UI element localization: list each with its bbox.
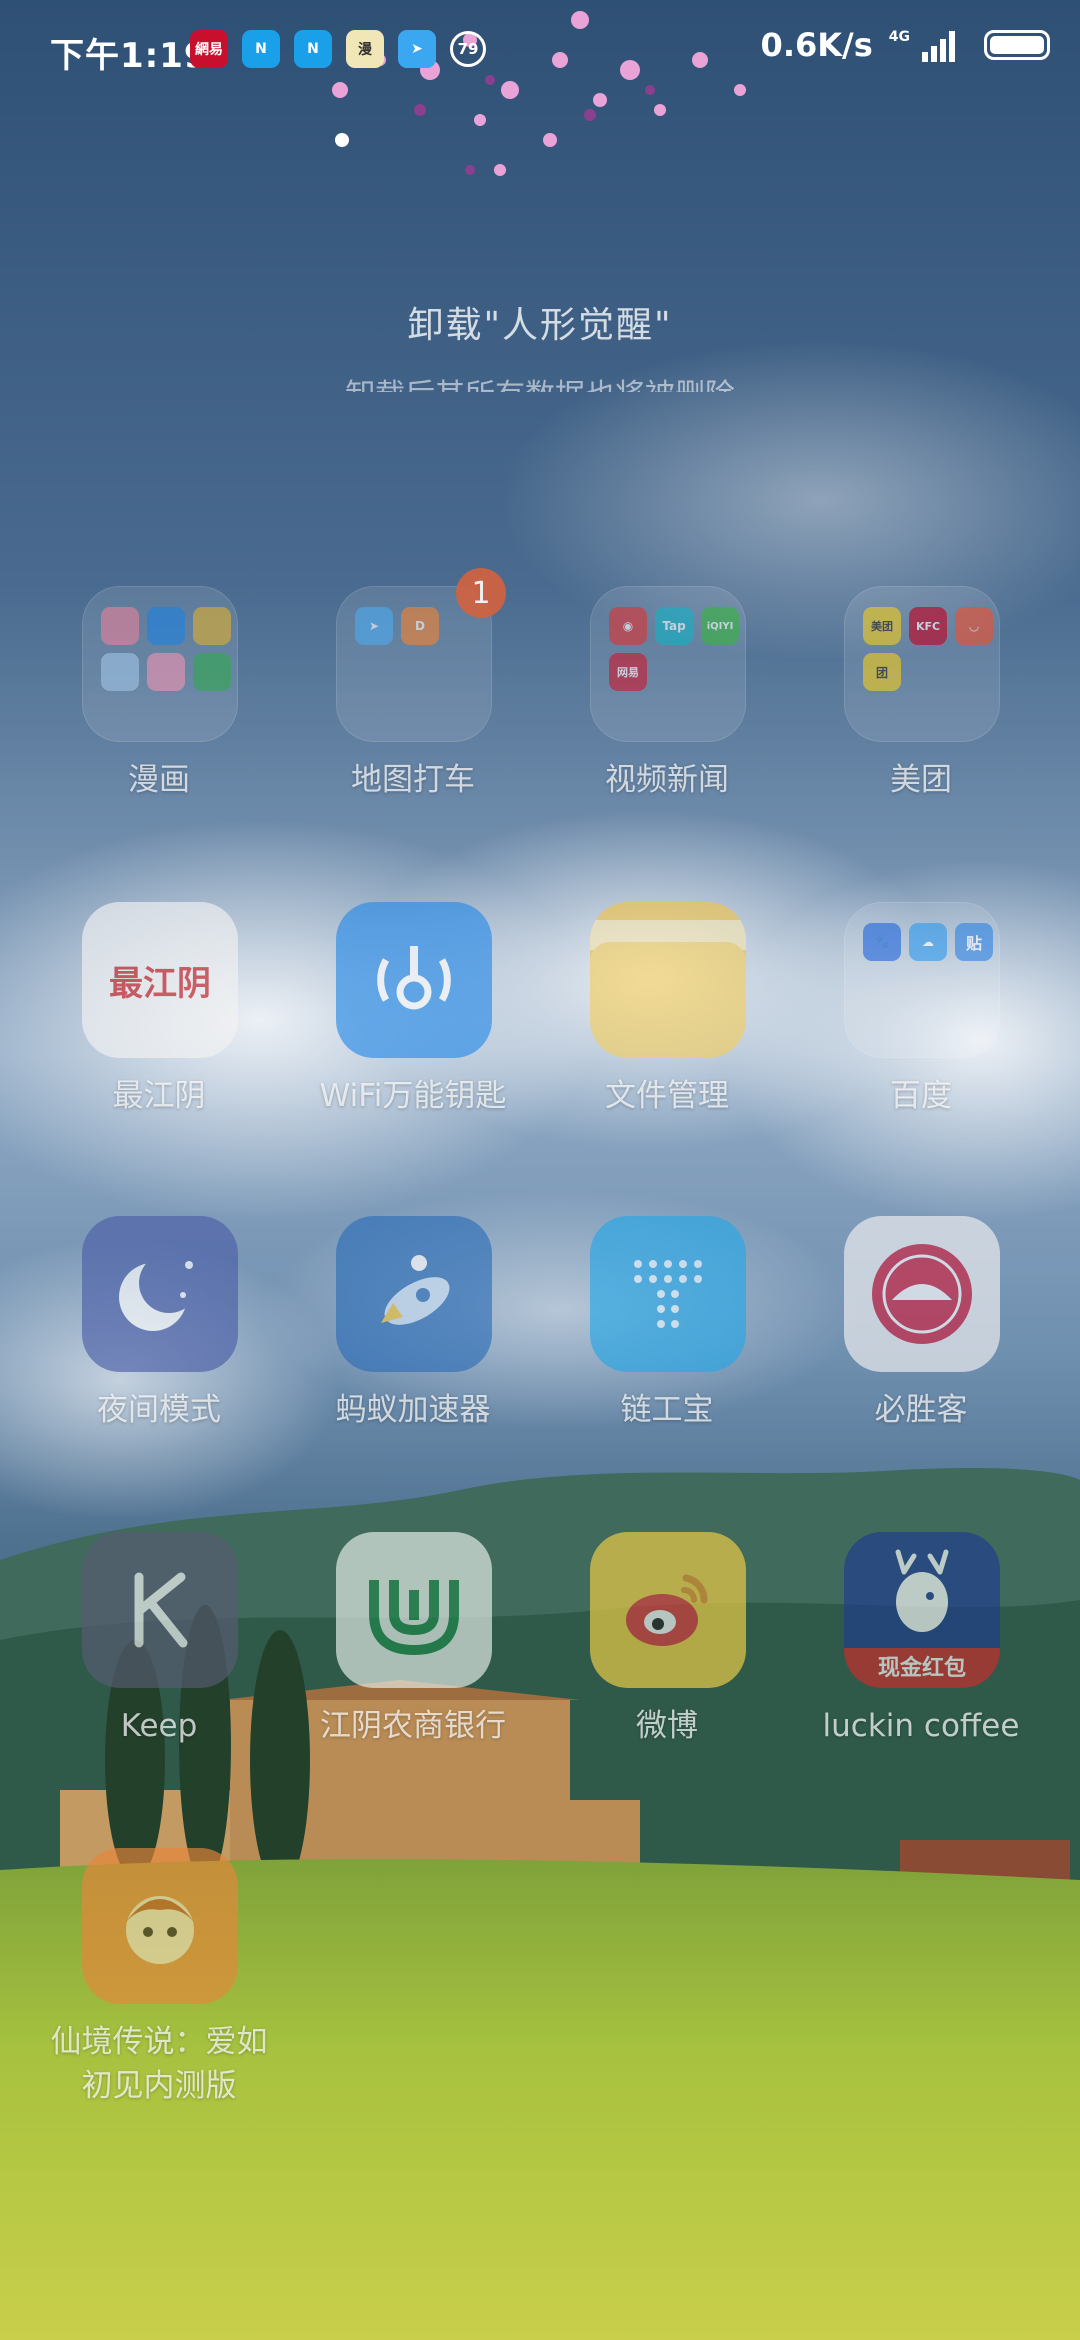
pizza-hut-icon bbox=[844, 1216, 1000, 1372]
food-app-icon: 团 bbox=[863, 653, 901, 691]
luckin-red-packet-text: 现金红包 bbox=[877, 1656, 966, 1681]
baidu-app-icon: 🐾 bbox=[863, 923, 901, 961]
count-badge-icon: 79 bbox=[450, 31, 486, 67]
app-jiangyin-bank[interactable]: 江阴农商银行 bbox=[286, 1532, 540, 1792]
app-label: Keep bbox=[120, 1708, 198, 1744]
pocket-app-icon: ◡ bbox=[955, 607, 993, 645]
send-app-icon: ➤ bbox=[355, 607, 393, 645]
app-label: 百度 bbox=[890, 1078, 952, 1114]
app-ragnarok[interactable]: 仙境传说：爱如初见内测版 bbox=[32, 1848, 286, 2108]
app-zuijiangyin[interactable]: 最江阴 最江阴 bbox=[32, 902, 286, 1162]
app-label: 美团 bbox=[890, 762, 952, 798]
folder-video-news[interactable]: ◉ Tap iQIYI 网易 视频新闻 bbox=[540, 586, 794, 846]
cloud-app-icon: ☁ bbox=[909, 923, 947, 961]
folder-icon: 🐾 ☁ 贴 bbox=[844, 902, 1000, 1058]
app-label: 江阴农商银行 bbox=[320, 1708, 506, 1744]
app-weibo[interactable]: 微博 bbox=[540, 1532, 794, 1792]
uninstall-subtitle: 卸载后其所有数据也将被删除 bbox=[0, 370, 1080, 392]
moon-icon bbox=[82, 1216, 238, 1372]
app-file-manager[interactable]: 文件管理 bbox=[540, 902, 794, 1162]
game-character-icon bbox=[82, 1848, 238, 2004]
bank-icon bbox=[336, 1532, 492, 1688]
app-label: 最江阴 bbox=[112, 1078, 206, 1114]
app-label: 漫画 bbox=[128, 762, 190, 798]
network-speed: 0.6K/s bbox=[760, 26, 873, 64]
comic-app-icon bbox=[101, 607, 139, 645]
kfc-app-icon: KFC bbox=[909, 607, 947, 645]
folder-comics[interactable]: 漫画 bbox=[32, 586, 286, 846]
send-app-icon: ➤ bbox=[398, 30, 436, 68]
app-label: 仙境传说：爱如初见内测版 bbox=[50, 2024, 268, 2104]
app-keep[interactable]: Keep bbox=[32, 1532, 286, 1792]
app-label: 链工宝 bbox=[620, 1392, 714, 1428]
app-label: 文件管理 bbox=[605, 1078, 729, 1114]
uninstall-hint: 卸载"人形觉醒" 卸载后其所有数据也将被删除 bbox=[0, 296, 1080, 392]
app-wifi-key[interactable]: WiFi万能钥匙 bbox=[286, 902, 540, 1162]
tieba-app-icon: 贴 bbox=[955, 923, 993, 961]
n-app-icon: N bbox=[294, 30, 332, 68]
meituan-app-icon: 美团 bbox=[863, 607, 901, 645]
netease-news-icon: 網易 bbox=[190, 30, 228, 68]
folder-icon bbox=[82, 586, 238, 742]
folder-file-icon bbox=[590, 902, 746, 1058]
folder-maps-taxi[interactable]: ➤ D 地图打车 bbox=[286, 586, 540, 846]
app-label: 地图打车 bbox=[351, 762, 475, 798]
dot-t-icon bbox=[590, 1216, 746, 1372]
status-bar: 下午1:19 網易 N N 漫 ➤ 79 0.6K/s 4G bbox=[0, 0, 1080, 96]
notification-icons: 網易 N N 漫 ➤ 79 bbox=[190, 30, 486, 68]
app-label: luckin coffee bbox=[822, 1708, 1020, 1744]
rabbit-app-icon bbox=[147, 653, 185, 691]
netease-app-icon: 网易 bbox=[609, 653, 647, 691]
n-app-icon: N bbox=[242, 30, 280, 68]
folder-baidu[interactable]: 🐾 ☁ 贴 百度 bbox=[794, 902, 1048, 1162]
iqiyi-app-icon: iQIYI bbox=[701, 607, 739, 645]
app-label: 必胜客 bbox=[874, 1392, 968, 1428]
app-lianggongbao[interactable]: 链工宝 bbox=[540, 1216, 794, 1476]
zuijiangyin-app-icon: 最江阴 bbox=[82, 902, 238, 1058]
network-type: 4G bbox=[888, 29, 910, 45]
rocket-icon bbox=[336, 1216, 492, 1372]
app-luckin-coffee[interactable]: 现金红包 luckin coffee bbox=[794, 1532, 1048, 1792]
uninstall-title: 卸载"人形觉醒" bbox=[407, 305, 673, 346]
app-night-mode[interactable]: 夜间模式 bbox=[32, 1216, 286, 1476]
folder-icon: ◉ Tap iQIYI 网易 bbox=[590, 586, 746, 742]
didi-app-icon: D bbox=[401, 607, 439, 645]
notification-badge: 1 bbox=[456, 568, 506, 618]
app-label: WiFi万能钥匙 bbox=[319, 1078, 507, 1114]
folder-icon: 美团 KFC ◡ 团 bbox=[844, 586, 1000, 742]
folder-meituan[interactable]: 美团 KFC ◡ 团 美团 bbox=[794, 586, 1048, 846]
deer-icon: 现金红包 bbox=[844, 1532, 1000, 1688]
tap-app-icon: Tap bbox=[655, 607, 693, 645]
cartoon-app-icon bbox=[101, 653, 139, 691]
battery-icon bbox=[984, 30, 1050, 60]
tracker-app-icon bbox=[193, 653, 231, 691]
bee-app-icon bbox=[193, 607, 231, 645]
app-pizza-hut[interactable]: 必胜客 bbox=[794, 1216, 1048, 1476]
weibo-icon bbox=[590, 1532, 746, 1688]
status-time: 下午1:19 bbox=[50, 36, 209, 76]
comic-app-icon: 漫 bbox=[346, 30, 384, 68]
app-label: 微博 bbox=[636, 1708, 698, 1744]
app-label: 夜间模式 bbox=[97, 1392, 221, 1428]
wifi-key-icon bbox=[336, 902, 492, 1058]
signal-icon bbox=[922, 31, 955, 62]
music-app-icon: ◉ bbox=[609, 607, 647, 645]
keep-icon bbox=[82, 1532, 238, 1688]
drop-app-icon bbox=[147, 607, 185, 645]
app-label: 视频新闻 bbox=[605, 762, 729, 798]
app-ant-accelerator[interactable]: 蚂蚁加速器 bbox=[286, 1216, 540, 1476]
app-label: 蚂蚁加速器 bbox=[335, 1392, 491, 1428]
